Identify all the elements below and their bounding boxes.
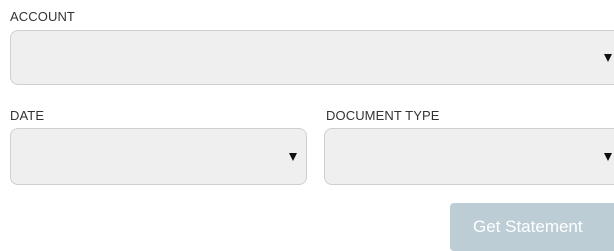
document-type-select[interactable] — [324, 128, 614, 185]
document-type-label: DOCUMENT TYPE — [326, 108, 440, 123]
chevron-down-icon — [604, 54, 612, 62]
date-select[interactable] — [10, 128, 307, 185]
chevron-down-icon — [604, 153, 612, 161]
chevron-down-icon — [289, 153, 297, 161]
date-label: DATE — [10, 108, 45, 123]
get-statement-button[interactable]: Get Statement — [450, 203, 614, 251]
statement-form: ACCOUNT DATE DOCUMENT TYPE Get Statement — [0, 0, 614, 251]
account-select[interactable] — [10, 30, 614, 85]
account-label: ACCOUNT — [10, 9, 75, 24]
